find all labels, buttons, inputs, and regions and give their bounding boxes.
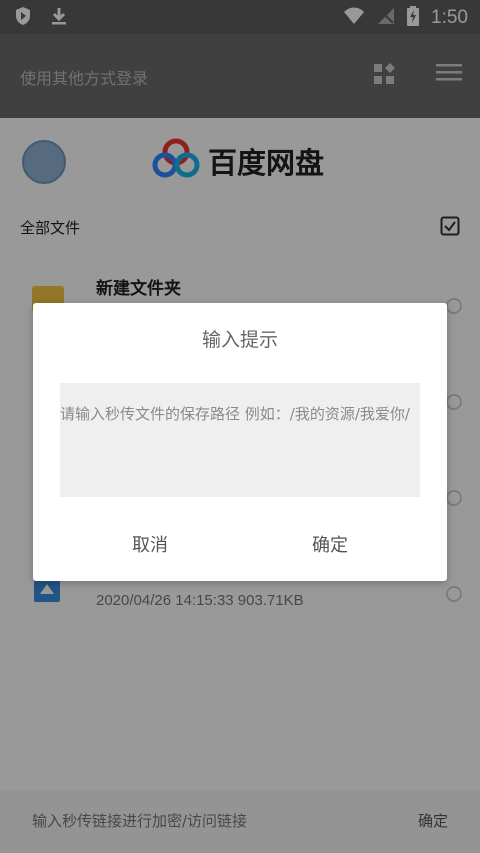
cancel-button[interactable]: 取消 bbox=[132, 531, 168, 557]
input-dialog: 输入提示 请输入秒传文件的保存路径 例如：/我的资源/我爱你/ 取消 确定 bbox=[33, 303, 447, 581]
confirm-button[interactable]: 确定 bbox=[312, 531, 348, 557]
dialog-title: 输入提示 bbox=[201, 329, 278, 351]
save-path-placeholder: 请输入秒传文件的保存路径 例如：/我的资源/我爱你/ bbox=[60, 405, 410, 423]
save-path-input[interactable]: 请输入秒传文件的保存路径 例如：/我的资源/我爱你/ bbox=[60, 383, 420, 497]
